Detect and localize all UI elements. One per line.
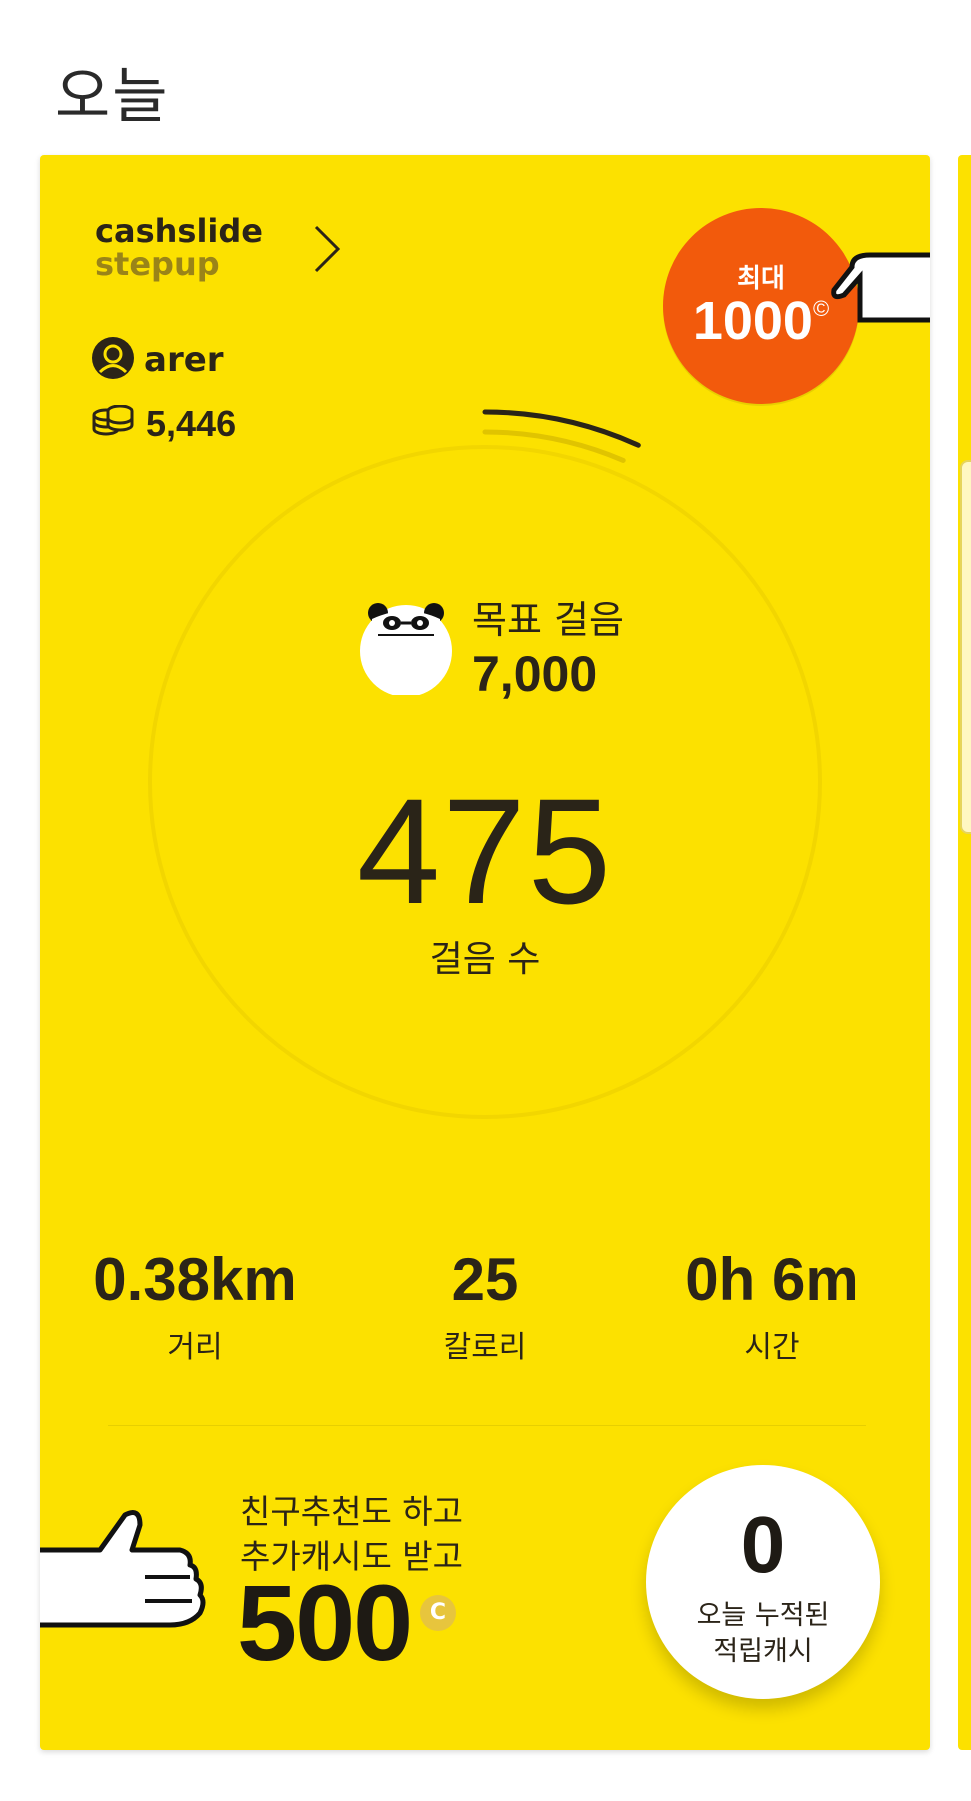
- step-card: cashslide stepup arer 5,446 최대 1000© 목표 …: [40, 155, 930, 1750]
- thumbs-up-icon: [40, 1505, 210, 1659]
- stat-value: 25: [451, 1246, 519, 1313]
- today-earned-label-2: 적립캐시: [713, 1636, 813, 1667]
- page-title: 오늘: [55, 62, 170, 132]
- today-earned-cash[interactable]: 0 오늘 누적된 적립캐시: [646, 1465, 880, 1699]
- stat-distance: 0.38km 거리: [65, 1245, 325, 1366]
- today-earned-label: 오늘 누적된: [696, 1600, 830, 1631]
- goal-label: 목표 걸음: [472, 598, 624, 642]
- today-earned-value: 0: [740, 1500, 786, 1589]
- stat-label: 시간: [744, 1330, 800, 1365]
- panda-icon: [358, 599, 454, 699]
- stat-value: 0h 6m: [685, 1246, 859, 1313]
- promo-amount[interactable]: 500: [237, 1560, 413, 1685]
- step-count-label: 걸음 수: [429, 939, 541, 980]
- divider: [108, 1425, 866, 1426]
- goal-value: 7,000: [472, 646, 598, 702]
- step-count: 475: [356, 767, 614, 935]
- stat-calories: 25 칼로리: [355, 1245, 615, 1366]
- stat-time: 0h 6m 시간: [642, 1245, 902, 1366]
- promo-line1: 친구추천도 하고: [240, 1492, 464, 1531]
- stat-label: 거리: [167, 1330, 223, 1365]
- cash-coin-icon: C: [420, 1595, 456, 1631]
- stat-label: 칼로리: [443, 1330, 527, 1365]
- stat-value: 0.38km: [93, 1246, 297, 1313]
- next-card-peek[interactable]: [958, 155, 971, 1750]
- next-card-content: [960, 460, 971, 834]
